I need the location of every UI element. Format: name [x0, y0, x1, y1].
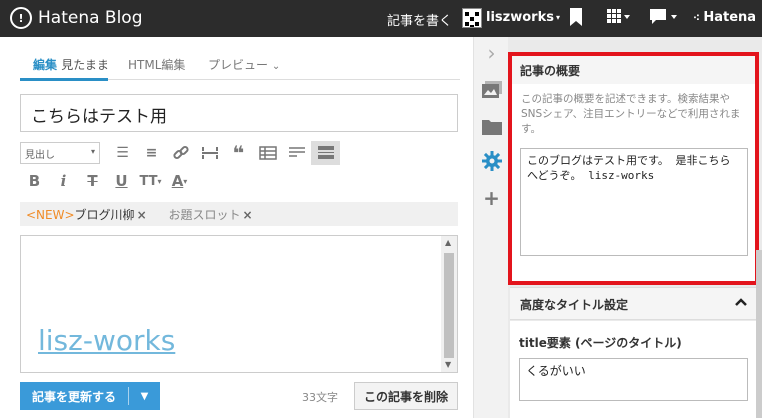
- summary-description: この記事の概要を記述できます。検索結果やSNSシェア、注目エントリーなどで利用さ…: [521, 93, 741, 135]
- recommended-tags: <NEW>ブログ川柳 × お題スロット ×: [20, 202, 458, 226]
- body-editor[interactable]: lisz-works ▲ ▼: [20, 235, 458, 373]
- active-tab-indicator: [20, 78, 108, 81]
- advanced-title-settings-header[interactable]: 高度なタイトル設定: [510, 287, 757, 320]
- editor-tabs: 編集 見たまま HTML編集 プレビュー ⌄: [20, 50, 460, 81]
- hatena-label: Hatena: [703, 10, 757, 25]
- italic-icon[interactable]: i: [49, 169, 78, 193]
- hatena-logo-icon: !: [10, 7, 32, 29]
- user-avatar[interactable]: [462, 8, 482, 28]
- table-icon[interactable]: [253, 141, 282, 165]
- toolbar-row-2: B i T U TT ▾ A ▾: [20, 168, 194, 194]
- collapse-chevron-icon[interactable]: ›: [474, 41, 509, 65]
- editor-panel: 編集 見たまま HTML編集 プレビュー ⌄ こちらはテスト用 見出し ▾ ☰ ≡…: [0, 37, 473, 418]
- link-icon[interactable]: [166, 141, 195, 165]
- tab-preview-label: プレビュー: [208, 58, 269, 72]
- advanced-title-label: 高度なタイトル設定: [520, 298, 629, 312]
- underline-icon[interactable]: U: [107, 169, 136, 193]
- apps-grid-icon[interactable]: [607, 9, 631, 29]
- select-arrow-icon: ▾: [90, 147, 95, 156]
- bookmark-icon[interactable]: [569, 8, 583, 30]
- toolbar-row-1: 見出し ▾ ☰ ≡ ❝: [20, 140, 340, 166]
- quote-icon[interactable]: ❝: [224, 141, 253, 165]
- tag-odai-slot[interactable]: お題スロット: [168, 208, 240, 222]
- close-icon[interactable]: ×: [137, 208, 147, 222]
- read-more-icon[interactable]: [311, 141, 340, 165]
- summary-textarea[interactable]: このブログはテスト用です。 是非こちらへどうぞ。 lisz-works: [520, 148, 748, 256]
- tag-blog-senryu[interactable]: ブログ川柳: [75, 208, 135, 222]
- close-icon[interactable]: ×: [242, 208, 252, 222]
- char-count: 33文字: [302, 391, 338, 404]
- tab-html-edit[interactable]: HTML編集: [128, 56, 185, 73]
- bold-icon[interactable]: B: [20, 169, 49, 193]
- user-menu[interactable]: liszworks ▾: [486, 10, 560, 25]
- folder-icon[interactable]: [474, 119, 509, 140]
- text-color-icon[interactable]: A ▾: [165, 169, 194, 193]
- sidebar-icon-strip: › +: [473, 37, 508, 418]
- format-select-value: 見出し: [25, 150, 55, 161]
- numbered-list-icon[interactable]: ≡: [137, 141, 166, 165]
- image-icon[interactable]: [474, 81, 509, 103]
- write-article-link[interactable]: 記事を書く: [387, 10, 452, 29]
- title-element-label: title要素 (ページのタイトル): [519, 336, 682, 350]
- update-button-label: 記事を更新する: [32, 389, 117, 404]
- title-element-input[interactable]: くるがいい: [519, 358, 748, 401]
- scroll-down-icon[interactable]: ▼: [445, 360, 451, 369]
- hatena-blog-logo[interactable]: ! Hatena Blog: [10, 7, 143, 29]
- tab-edit-label: 編集: [33, 58, 58, 72]
- delete-article-button[interactable]: この記事を削除: [354, 382, 458, 410]
- strikethrough-icon[interactable]: T: [78, 169, 107, 193]
- new-badge: <NEW>: [26, 208, 75, 222]
- update-article-button[interactable]: 記事を更新する ▼: [20, 382, 160, 410]
- username: liszworks: [486, 10, 554, 25]
- panel-scrollbar[interactable]: [756, 250, 762, 418]
- format-select[interactable]: 見出し ▾: [20, 142, 100, 164]
- body-link-text[interactable]: lisz-works: [38, 324, 175, 357]
- editor-scrollbar[interactable]: ▲ ▼: [441, 236, 457, 372]
- hatena-menu[interactable]: ⁖ Hatena: [693, 10, 756, 25]
- text-size-icon[interactable]: TT ▾: [136, 169, 165, 193]
- add-plus-icon[interactable]: +: [474, 186, 509, 210]
- scroll-up-icon[interactable]: ▲: [445, 238, 451, 247]
- chevron-down-icon[interactable]: ▼: [129, 391, 160, 402]
- more-icon[interactable]: [282, 141, 311, 165]
- horizontal-rule-icon[interactable]: [195, 141, 224, 165]
- settings-panel: 記事の概要 この記事の概要を記述できます。検索結果やSNSシェア、注目エントリー…: [508, 37, 762, 418]
- top-bar: ! Hatena Blog 記事を書く liszworks ▾ ⁖ Hatena: [0, 0, 762, 37]
- caret-down-icon: ▾: [555, 13, 560, 22]
- summary-heading: 記事の概要: [512, 56, 755, 84]
- chevron-up-icon[interactable]: [735, 294, 747, 310]
- title-input[interactable]: こちらはテスト用: [20, 94, 458, 132]
- chevron-down-icon: ⌄: [271, 61, 281, 72]
- tab-edit[interactable]: 編集 見たまま: [33, 56, 109, 73]
- title-element-panel: title要素 (ページのタイトル) くるがいい: [510, 321, 757, 418]
- bulleted-list-icon[interactable]: ☰: [108, 141, 137, 165]
- hatena-dots-icon: ⁖: [693, 13, 704, 24]
- scroll-thumb[interactable]: [444, 253, 454, 358]
- logo-text: Hatena Blog: [38, 8, 143, 28]
- article-summary-section: 記事の概要 この記事の概要を記述できます。検索結果やSNSシェア、注目エントリー…: [508, 52, 759, 285]
- settings-gear-icon[interactable]: [474, 151, 509, 176]
- tab-edit-sublabel: 見たまま: [61, 58, 109, 72]
- speech-bubble-icon[interactable]: [650, 9, 678, 29]
- tab-preview[interactable]: プレビュー ⌄: [208, 56, 280, 73]
